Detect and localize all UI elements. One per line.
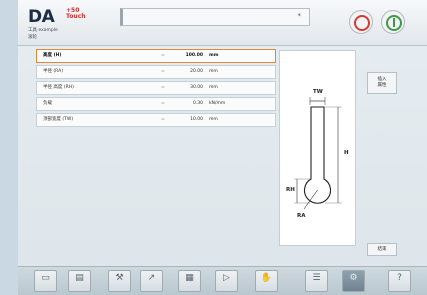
parameter-equals: = [161,117,165,122]
stop-button[interactable] [349,10,373,34]
parameter-value: 10.00 [190,117,203,122]
toolbar-button-product[interactable]: ▭ [34,270,57,292]
tools-icon: ⚙ [349,273,358,283]
program-icon: ▦ [185,273,194,283]
title-field[interactable]: * [120,8,310,26]
parameter-value: 100.00 [185,53,203,58]
logo: DA [28,7,55,27]
parameter-row[interactable]: 负载 = 0.30 kN/mm [36,97,276,111]
logo-subtitle: +50 Touch [66,7,86,20]
parameter-unit: mm [209,69,218,74]
rh-label: RH [286,187,295,193]
parameter-label: 高度 (H) [43,53,62,58]
settings-list-icon: ☰ [312,273,321,283]
parameter-row[interactable]: 半径 (RA) = 20.00 mm [36,65,276,79]
toolbar-button-program[interactable]: ▦ [178,270,201,292]
help-icon: ? [397,273,402,283]
drawing-icon: ▤ [75,273,84,283]
start-button[interactable] [381,10,405,34]
tool-type: 滚轮 [28,35,37,40]
parameter-label: 半径 高度 (RH) [43,85,74,90]
parameter-value: 0.30 [192,101,203,106]
manual-hand-icon: ✋ [260,273,273,283]
roller-tool-diagram [294,97,342,210]
toolbar-button-tool-setup[interactable]: ⚒ [108,270,131,292]
product-name: 工具 example [28,28,58,33]
parameter-list: 高度 (H) = 100.00 mm 半径 (RA) = 20.00 mm 半径 高度 (RH)… [36,49,276,249]
parameter-unit: mm [209,53,219,58]
toolbar-button-bend-sequence[interactable]: ↗ [140,270,163,292]
tool-setup-icon: ⚒ [115,273,124,283]
modified-mark: * [297,12,302,20]
auto-icon: ▷ [223,273,230,283]
start-power-icon [392,18,395,27]
h-label: H [344,150,349,156]
toolbar-button-settings-list[interactable]: ☰ [305,270,328,292]
toolbar-button-drawing[interactable]: ▤ [68,270,91,292]
bend-sequence-icon: ↗ [147,273,156,283]
parameter-label: 半径 (RA) [43,69,63,74]
insert-properties-button[interactable]: 插入 属性 [367,72,397,94]
parameter-value: 20.00 [190,69,203,74]
parameter-label: 顶部宽度 (TW) [43,117,74,122]
parameter-row[interactable]: 顶部宽度 (TW) = 10.00 mm [36,113,276,127]
ra-label: RA [297,213,306,219]
parameter-unit: mm [209,85,218,90]
toolbar-button-tools[interactable]: ⚙ [342,270,365,292]
parameter-equals: = [161,53,165,58]
tw-label: TW [313,89,323,95]
parameter-value: 30.00 [190,85,203,90]
parameter-row[interactable]: 半径 高度 (RH) = 30.00 mm [36,81,276,95]
parameter-unit: kN/mm [209,101,226,106]
parameter-equals: = [161,101,165,106]
parameter-unit: mm [209,117,218,122]
toolbar-button-help[interactable]: ? [388,270,411,292]
parameter-equals: = [161,69,165,74]
toolbar-button-auto[interactable]: ▷ [215,270,238,292]
parameter-row[interactable]: 高度 (H) = 100.00 mm [36,49,276,63]
parameter-label: 负载 [43,101,52,106]
parameter-equals: = [161,85,165,90]
product-icon: ▭ [41,273,50,283]
end-button[interactable]: 结束 [367,243,397,256]
toolbar-button-manual-hand[interactable]: ✋ [255,270,278,292]
tool-drawing: TW H RH RA [279,50,356,246]
